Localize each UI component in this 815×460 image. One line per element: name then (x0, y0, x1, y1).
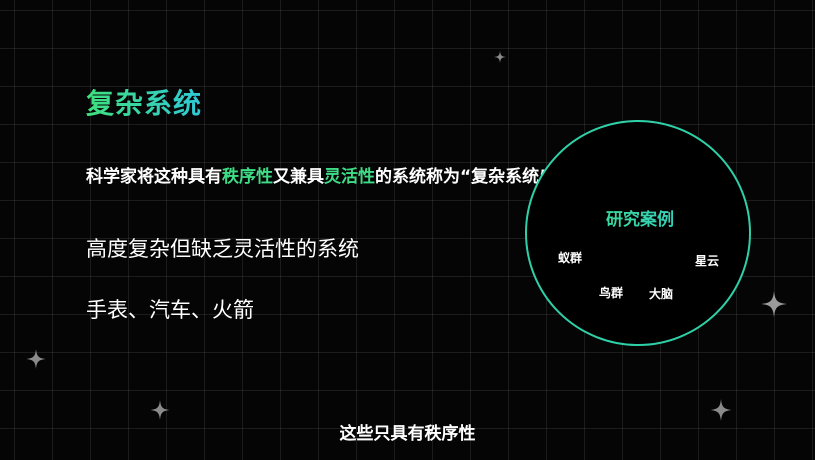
slide-title: 复杂系统 (86, 82, 202, 122)
caption-subtitle: 这些只具有秩序性 (339, 424, 476, 444)
sparkle-icon (26, 349, 46, 369)
case-bird-flock: 鸟群 (599, 286, 624, 300)
intro-sentence: 科学家将这种具有秩序性又兼具灵活性的系统称为“复杂系统”。 (86, 162, 567, 187)
case-nebula: 星云 (695, 254, 720, 268)
case-brain: 大脑 (649, 287, 674, 301)
intro-text-1: 科学家将这种具有 (86, 167, 222, 187)
sparkle-icon (494, 51, 506, 63)
case-ant-colony: 蚁群 (558, 251, 583, 265)
research-cases-title: 研究案例 (527, 205, 753, 230)
rigid-system-examples: 手表、汽车、火箭 (86, 298, 254, 322)
sparkle-icon (761, 291, 787, 317)
rigid-system-heading: 高度复杂但缺乏灵活性的系统 (86, 237, 359, 261)
sparkle-icon (710, 399, 732, 421)
intro-text-2: 又兼具 (273, 167, 324, 187)
highlight-order: 秩序性 (222, 167, 273, 187)
slide: 复杂系统 科学家将这种具有秩序性又兼具灵活性的系统称为“复杂系统”。 高度复杂但… (0, 0, 815, 460)
research-cases-circle: 研究案例 蚁群 星云 鸟群 大脑 (525, 120, 751, 346)
highlight-flexibility: 灵活性 (324, 167, 375, 187)
sparkle-icon (150, 400, 170, 420)
